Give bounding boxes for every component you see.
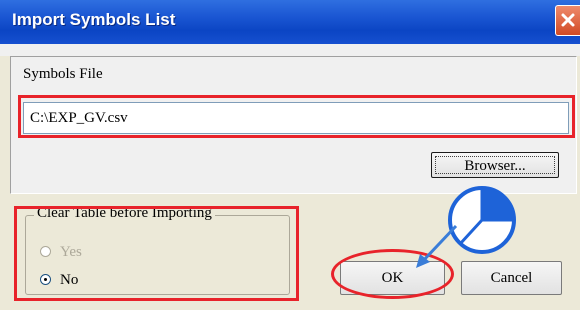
import-symbols-dialog: Import Symbols List Symbols File Browser… xyxy=(0,0,580,310)
close-icon xyxy=(561,13,575,27)
close-button[interactable] xyxy=(555,5,580,36)
browser-button-label: Browser... xyxy=(435,156,555,174)
symbols-file-input[interactable] xyxy=(23,102,569,134)
radio-yes-label: Yes xyxy=(60,244,82,260)
title-underline xyxy=(0,44,580,56)
dialog-title: Import Symbols List xyxy=(12,10,176,29)
title-bar: Import Symbols List xyxy=(0,0,580,44)
clear-table-legend: Clear Table before Importing xyxy=(34,205,215,222)
symbols-file-label: Symbols File xyxy=(23,66,103,82)
cancel-button-label: Cancel xyxy=(490,270,533,286)
browser-button[interactable]: Browser... xyxy=(431,152,559,178)
radio-no-label: No xyxy=(60,272,79,288)
arrow-icon xyxy=(416,224,458,268)
cancel-button[interactable]: Cancel xyxy=(461,261,562,295)
radio-dot xyxy=(44,278,47,281)
radio-button-selected-icon xyxy=(40,274,51,285)
radio-button-icon xyxy=(40,246,51,257)
